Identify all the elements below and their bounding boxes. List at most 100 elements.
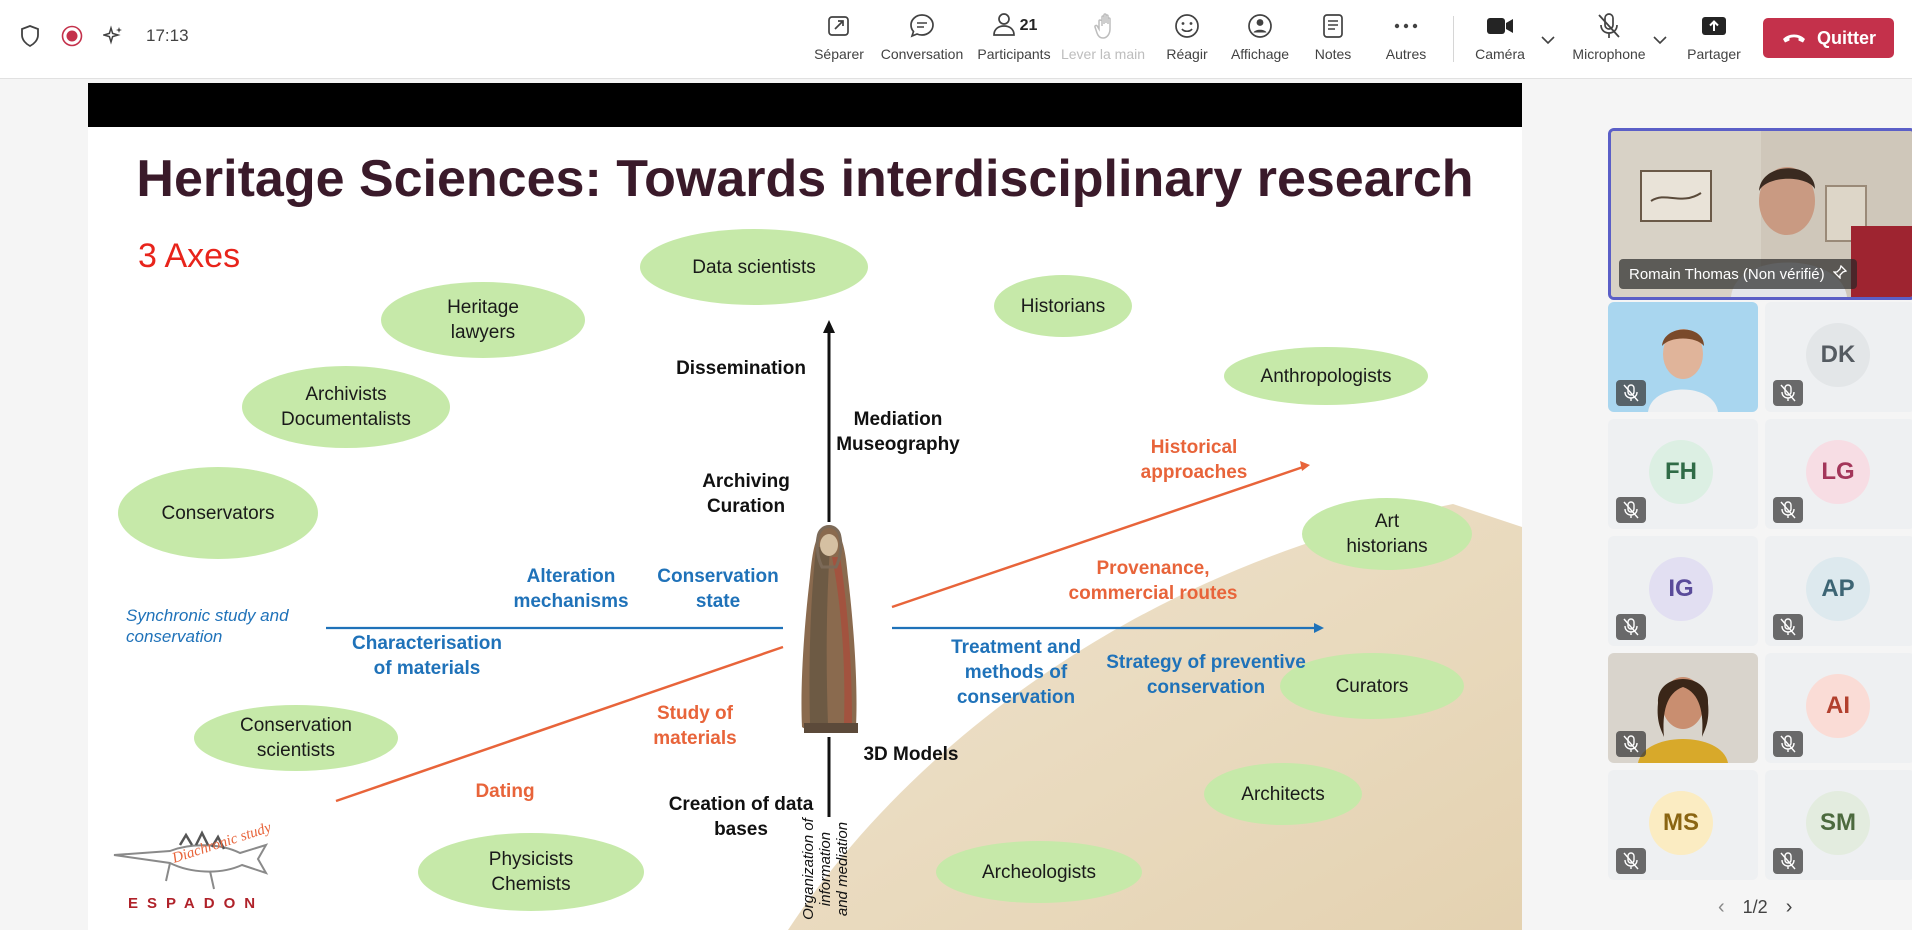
react-button[interactable]: Réagir (1162, 10, 1212, 68)
label-dissemination: Dissemination (676, 358, 806, 379)
label-organization-information: Organization of information and mediation (800, 818, 851, 920)
share-button[interactable]: Partager (1684, 10, 1744, 68)
notes-icon (1321, 10, 1345, 42)
bubble-archeologists: Archeologists (936, 841, 1142, 903)
muted-mic-icon (1773, 497, 1803, 523)
bubble-historians: Historians (994, 275, 1132, 337)
shared-content: Heritage Sciences: Towards interdiscipli… (88, 83, 1522, 930)
muted-mic-icon (1616, 497, 1646, 523)
presentation-slide: Heritage Sciences: Towards interdiscipli… (88, 127, 1522, 930)
participant-tile[interactable]: DK (1765, 302, 1912, 412)
bubble-architects: Architects (1204, 763, 1362, 825)
axes-label: 3 Axes (138, 237, 241, 275)
participants-count: 21 (1019, 17, 1038, 34)
smiley-icon (1173, 10, 1201, 42)
participant-video-tile[interactable] (1608, 653, 1758, 763)
more-button[interactable]: Autres (1380, 10, 1432, 68)
label-provenance: Provenance, commercial routes (1068, 558, 1238, 604)
bubble-archivists: Archivists Documentalists (242, 366, 450, 448)
recording-icon[interactable] (60, 24, 84, 48)
avatar: AP (1806, 557, 1870, 621)
avatar: SM (1806, 791, 1870, 855)
pop-out-icon (826, 10, 852, 42)
participant-tile[interactable]: IG (1608, 536, 1758, 646)
sparkle-icon[interactable] (102, 24, 126, 48)
muted-mic-icon (1773, 614, 1803, 640)
meeting-toolbar: 17:13 Séparer Conversation 21 Participan… (0, 0, 1912, 79)
chat-icon (908, 10, 936, 42)
participants-button[interactable]: 21 Participants (974, 10, 1054, 68)
muted-mic-icon (1773, 380, 1803, 406)
page-indicator: 1/2 (1742, 897, 1768, 917)
separate-button[interactable]: Séparer (812, 10, 866, 68)
pin-icon[interactable] (1832, 264, 1847, 283)
conversation-button[interactable]: Conversation (876, 10, 968, 68)
microphone-options-chevron-icon[interactable] (1650, 30, 1670, 50)
featured-participant-name: Romain Thomas (Non vérifié) (1619, 259, 1857, 289)
gallery-pager: ‹ 1/2 › (1718, 896, 1792, 919)
label-study-of-materials: Study of materials (653, 703, 737, 749)
shield-icon[interactable] (18, 24, 42, 48)
hang-up-icon (1781, 28, 1807, 49)
label-archiving: Archiving Curation (702, 471, 790, 517)
slide-title: Heritage Sciences: Towards interdiscipli… (136, 150, 1474, 208)
featured-video-tile[interactable]: Romain Thomas (Non vérifié) (1608, 128, 1912, 300)
avatar: DK (1806, 323, 1870, 387)
bubble-physicists-chemists: Physicists Chemists (418, 833, 644, 911)
label-treatment-methods: Treatment and methods of conservation (951, 637, 1081, 708)
camera-button[interactable]: Caméra (1472, 10, 1528, 68)
microphone-button[interactable]: Microphone (1566, 10, 1652, 68)
muted-mic-icon (1773, 731, 1803, 757)
participant-tile[interactable]: LG (1765, 419, 1912, 529)
avatar: LG (1806, 440, 1870, 504)
label-synchronic-study: Synchronic study and conservation (126, 606, 289, 646)
label-alteration-mechanisms: Alteration mechanisms (513, 566, 629, 612)
toolbar-left: 17:13 (18, 24, 189, 48)
label-3d-models: 3D Models (863, 744, 959, 765)
leave-meeting-button[interactable]: Quitter (1763, 18, 1894, 58)
participant-tile[interactable]: AI (1765, 653, 1912, 763)
people-icon (991, 11, 1017, 42)
muted-mic-icon (1616, 848, 1646, 874)
label-characterisation: Characterisation of materials (352, 633, 502, 679)
notes-button[interactable]: Notes (1308, 10, 1358, 68)
espadon-wordmark: ESPADON (128, 895, 265, 912)
meeting-timer: 17:13 (146, 26, 189, 45)
share-icon (1700, 10, 1728, 42)
bubble-data-scientists: Data scientists (640, 229, 868, 305)
muted-mic-icon (1616, 614, 1646, 640)
label-conservation-state: Conservation state (657, 566, 779, 612)
diachronic-study-label: Diachronic study (169, 820, 270, 868)
raise-hand-button[interactable]: Lever la main (1060, 10, 1146, 68)
label-historical-approaches: Historical approaches (1140, 437, 1248, 483)
vertical-axis-arrowhead (823, 320, 835, 333)
toolbar-divider (1453, 16, 1454, 62)
label-dating: Dating (475, 781, 535, 802)
bubble-anthropologists: Anthropologists (1224, 347, 1428, 405)
bubble-conservation-scientists: Conservation scientists (194, 705, 398, 771)
participant-tile[interactable]: AP (1765, 536, 1912, 646)
camera-icon (1485, 10, 1515, 42)
chevron-left-icon[interactable]: ‹ (1718, 896, 1725, 919)
muted-mic-icon (1773, 848, 1803, 874)
avatar: IG (1649, 557, 1713, 621)
statue-image (801, 525, 858, 733)
participant-tile[interactable]: FH (1608, 419, 1758, 529)
chevron-right-icon[interactable]: › (1786, 896, 1793, 919)
more-icon (1392, 10, 1420, 42)
avatar: FH (1649, 440, 1713, 504)
view-icon (1246, 10, 1274, 42)
view-button[interactable]: Affichage (1226, 10, 1294, 68)
label-preventive-strategy: Strategy of preventive conservation (1106, 652, 1306, 698)
avatar: AI (1806, 674, 1870, 738)
bubble-art-historians: Art historians (1302, 498, 1472, 570)
diachronic-axis-arrowhead (1300, 461, 1310, 471)
camera-options-chevron-icon[interactable] (1538, 30, 1558, 50)
participant-tile[interactable]: SM (1765, 770, 1912, 880)
hand-icon (1090, 10, 1116, 42)
label-mediation: Mediation Museography (836, 409, 960, 455)
participant-tile[interactable]: MS (1608, 770, 1758, 880)
bubble-heritage-lawyers: Heritage lawyers (381, 282, 585, 358)
avatar: MS (1649, 791, 1713, 855)
participant-video-tile[interactable] (1608, 302, 1758, 412)
